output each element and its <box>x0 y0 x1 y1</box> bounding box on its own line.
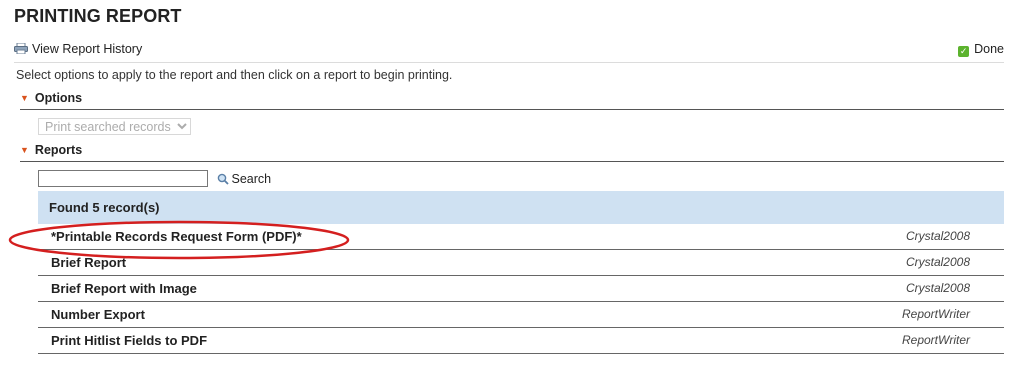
report-row[interactable]: *Printable Records Request Form (PDF)* C… <box>38 224 1004 250</box>
instructions-text: Select options to apply to the report an… <box>16 68 453 82</box>
reports-section-header[interactable]: ▼ Reports <box>20 143 1004 162</box>
report-engine: ReportWriter <box>901 333 970 347</box>
search-input[interactable] <box>38 170 208 187</box>
reports-header-label: Reports <box>34 143 83 157</box>
report-name[interactable]: Print Hitlist Fields to PDF <box>51 328 207 353</box>
records-found-header: Found 5 record(s) <box>38 191 1004 224</box>
report-engine: Crystal2008 <box>905 229 970 243</box>
search-row: Search <box>38 170 271 187</box>
view-report-history-link[interactable]: View Report History <box>14 42 142 56</box>
options-section-header[interactable]: ▼ Options <box>20 91 1004 110</box>
options-header-label: Options <box>34 91 83 105</box>
magnifier-icon <box>218 173 230 185</box>
view-report-history-label: View Report History <box>32 42 143 56</box>
report-name[interactable]: Number Export <box>51 302 145 327</box>
report-engine: Crystal2008 <box>905 281 970 295</box>
report-row[interactable]: Brief Report with Image Crystal2008 <box>38 276 1004 302</box>
collapse-caret-icon: ▼ <box>20 93 29 103</box>
report-row[interactable]: Print Hitlist Fields to PDF ReportWriter <box>38 328 1004 354</box>
printer-icon <box>14 43 28 54</box>
report-engine: Crystal2008 <box>905 255 970 269</box>
report-row[interactable]: Brief Report Crystal2008 <box>38 250 1004 276</box>
done-label: Done <box>974 42 1004 56</box>
report-results-table: Found 5 record(s) *Printable Records Req… <box>38 191 1004 354</box>
report-name[interactable]: Brief Report <box>51 250 126 275</box>
report-name[interactable]: Brief Report with Image <box>51 276 197 301</box>
collapse-caret-icon: ▼ <box>20 145 29 155</box>
checkmark-icon: ✓ <box>958 46 970 57</box>
record-scope-select[interactable]: Print searched records <box>38 118 191 135</box>
search-button-label: Search <box>231 171 272 186</box>
search-button[interactable]: Search <box>217 172 271 186</box>
done-button[interactable]: ✓ Done <box>958 42 1004 57</box>
toolbar: View Report History ✓ Done <box>14 40 1004 63</box>
report-name[interactable]: *Printable Records Request Form (PDF)* <box>51 224 302 249</box>
report-engine: ReportWriter <box>901 307 970 321</box>
report-row[interactable]: Number Export ReportWriter <box>38 302 1004 328</box>
page-title: PRINTING REPORT <box>14 6 182 26</box>
